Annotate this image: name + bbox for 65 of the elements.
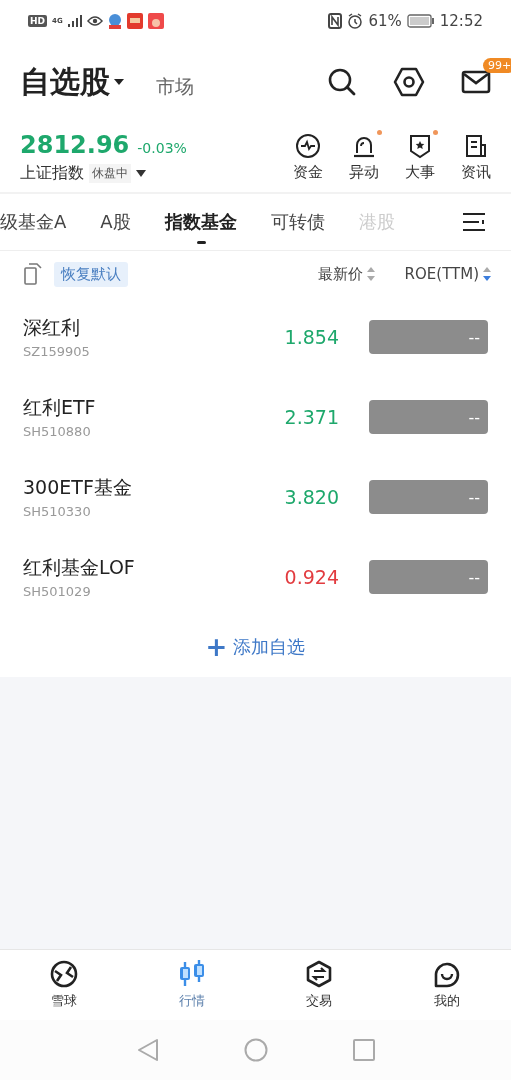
battery-icon — [406, 14, 435, 28]
star-shield-icon[interactable] — [407, 132, 433, 159]
nav-tab[interactable]: 交易 — [255, 950, 384, 1020]
column-header[interactable]: ROE(TTM) — [404, 265, 479, 283]
app-icon — [107, 13, 122, 29]
price-value: 0.924 — [283, 566, 339, 588]
tab-indicator — [196, 241, 206, 244]
roe-value: -- — [369, 480, 488, 514]
fund-name[interactable]: 红利ETF — [23, 395, 259, 421]
copy-icon[interactable] — [24, 263, 42, 285]
smile-chat-icon — [433, 960, 462, 988]
fund-code: SZ159905 — [23, 344, 91, 359]
snowball-icon — [49, 960, 78, 988]
price-value: 1.854 — [283, 326, 339, 348]
category-tab[interactable]: 级基金A — [0, 194, 84, 250]
category-tab[interactable]: 指数基金 — [147, 194, 254, 250]
unread-badge: 99+ — [483, 58, 511, 73]
search-icon[interactable] — [327, 67, 357, 97]
nav-tab[interactable]: 我的 — [383, 950, 511, 1020]
mail-icon[interactable] — [461, 70, 491, 94]
app-icon — [126, 13, 143, 29]
exchange-icon — [305, 960, 334, 988]
add-watchlist-button[interactable]: + 添加自选 — [199, 633, 312, 661]
settings-icon[interactable] — [393, 67, 425, 97]
menu-icon[interactable] — [463, 212, 487, 232]
market-tab[interactable]: 市场 — [156, 74, 194, 100]
fund-code: SH510330 — [23, 504, 92, 519]
category-tab[interactable]: 可转债 — [253, 194, 342, 250]
roe-value: -- — [369, 400, 488, 434]
app-icon — [147, 13, 164, 29]
index-value: 2812.96 — [20, 130, 130, 159]
price-value: 3.820 — [283, 486, 339, 508]
pulse-icon[interactable] — [295, 132, 321, 159]
index-change: -0.03% — [137, 139, 187, 156]
category-tab[interactable]: A股 — [83, 194, 148, 250]
nfc-icon — [328, 13, 343, 29]
caret-icon[interactable] — [136, 169, 146, 177]
shortcut-label[interactable]: 异动 — [349, 162, 379, 182]
shortcut-label[interactable]: 资讯 — [461, 162, 491, 182]
fund-name[interactable]: 深红利 — [23, 315, 259, 341]
market-status: 休盘中 — [89, 163, 131, 183]
price-value: 2.371 — [283, 406, 339, 428]
column-header[interactable]: 最新价 — [317, 264, 363, 284]
hd-badge: HD — [28, 15, 47, 27]
reset-default-button[interactable]: 恢复默认 — [54, 261, 128, 287]
roe-value: -- — [369, 560, 488, 594]
fund-name[interactable]: 红利基金LOF — [23, 555, 259, 581]
fund-name[interactable]: 300ETF基金 — [23, 475, 259, 501]
fund-code: SH501029 — [23, 584, 92, 599]
shortcut-label[interactable]: 资金 — [293, 162, 323, 182]
clock-time: 12:52 — [439, 12, 483, 30]
nav-tab[interactable]: 雪球 — [0, 950, 128, 1020]
document-icon[interactable] — [463, 132, 489, 159]
fund-code: SH510880 — [23, 424, 92, 439]
caret-icon[interactable] — [114, 79, 124, 85]
sort-icon[interactable] — [483, 267, 491, 281]
shortcut-label[interactable]: 大事 — [405, 162, 435, 182]
battery-percent: 61% — [368, 12, 402, 30]
nav-tab[interactable]: 行情 — [127, 950, 256, 1020]
index-name[interactable]: 上证指数 — [20, 162, 84, 184]
roe-value: -- — [369, 320, 488, 354]
alarm-icon — [347, 13, 364, 29]
page-title[interactable]: 自选股 — [20, 61, 110, 103]
eye-icon — [86, 15, 103, 27]
signal-icon — [67, 15, 82, 27]
